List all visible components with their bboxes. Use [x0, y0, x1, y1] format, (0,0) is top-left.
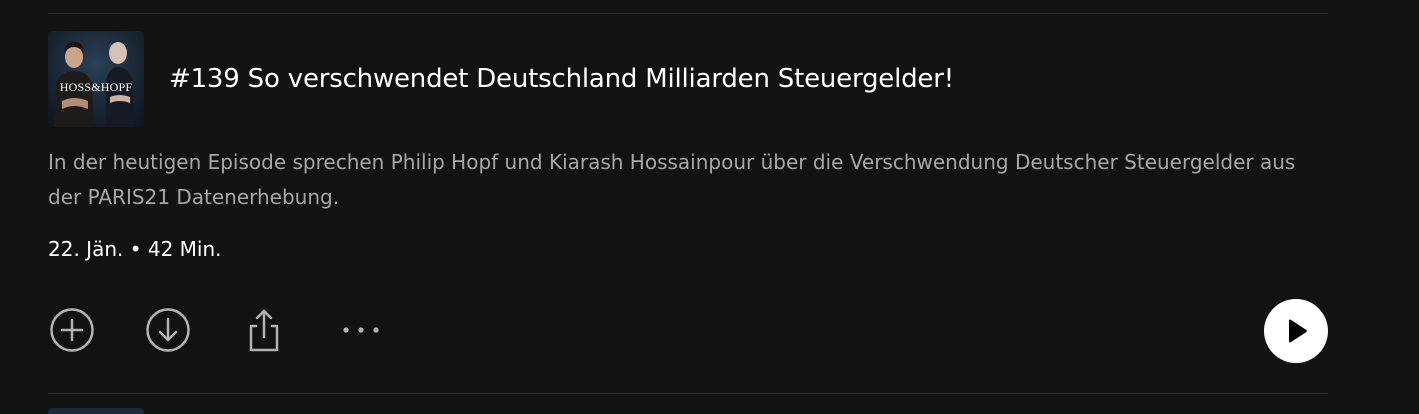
play-icon: [1289, 319, 1307, 343]
more-options-button[interactable]: [336, 306, 384, 354]
episode-meta: 22. Jän. • 42 Min.: [48, 237, 222, 261]
share-button[interactable]: [240, 306, 288, 354]
plus-circle-icon: [50, 308, 94, 352]
episode-actions: [48, 299, 1328, 363]
episode-cover-image[interactable]: HOSS&HOPF: [48, 31, 144, 127]
download-circle-icon: [146, 308, 190, 352]
download-button[interactable]: [144, 306, 192, 354]
add-to-library-button[interactable]: [48, 306, 96, 354]
next-episode-cover-image[interactable]: [48, 408, 144, 414]
play-button[interactable]: [1264, 299, 1328, 363]
episode-card[interactable]: HOSS&HOPF #139 So verschwendet Deutschla…: [48, 14, 1328, 393]
episode-title[interactable]: #139 So verschwendet Deutschland Milliar…: [169, 61, 954, 97]
bottom-divider: [48, 393, 1328, 394]
cover-portraits: [54, 41, 134, 127]
more-dots-icon: [343, 327, 379, 333]
share-icon: [249, 309, 279, 352]
episode-description: In der heutigen Episode sprechen Philip …: [48, 150, 1296, 209]
cover-logo-text: HOSS&HOPF: [59, 80, 133, 94]
